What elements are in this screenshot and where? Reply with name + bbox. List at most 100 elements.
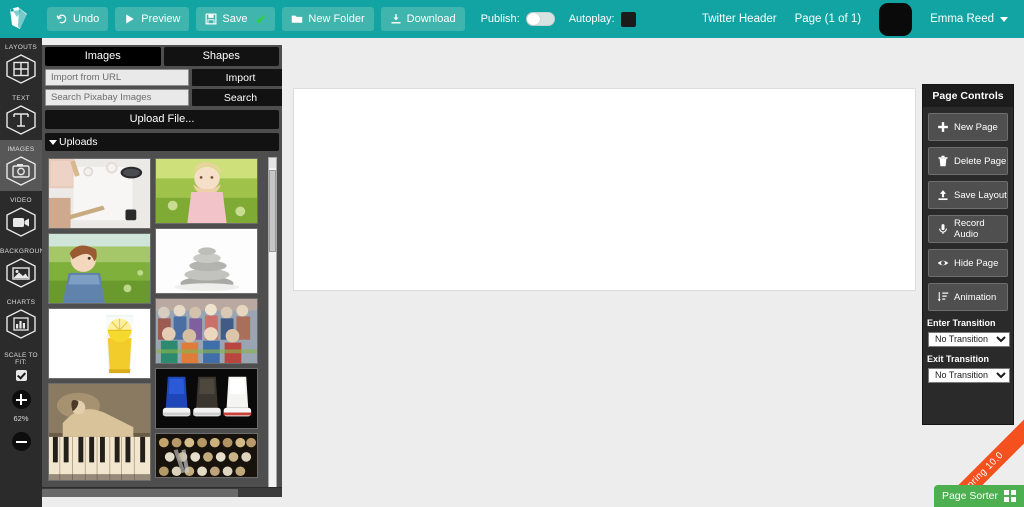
left-tool-rail: LAYOUTS TEXT IMAGES VIDEO BACKGROUND CHA… [0,38,49,507]
canvas-stage[interactable] [282,38,1024,507]
user-menu[interactable]: Emma Reed [930,13,1008,25]
sidebar-item-text[interactable]: TEXT [0,89,42,140]
new-folder-label: New Folder [308,13,365,25]
save-layout-label: Save Layout [954,189,1007,201]
list-item[interactable] [48,383,151,481]
search-button[interactable]: Search [192,89,289,106]
list-item[interactable] [48,158,151,229]
chevron-down-icon [1000,16,1008,22]
exit-transition-select[interactable]: No Transition [928,367,1010,383]
uploads-horizontal-scrollbar[interactable] [42,487,282,497]
plus-icon [937,121,949,133]
user-name: Emma Reed [930,13,994,25]
scrollbar-thumb[interactable] [42,489,238,497]
uploads-vertical-scrollbar[interactable] [268,157,277,488]
sidebar-item-charts[interactable]: CHARTS [0,293,42,344]
sidebar-item-background[interactable]: BACKGROUND [0,242,49,293]
scroll-up-arrow-icon[interactable] [269,158,276,168]
desk-flatlay-notebook-glasses-thumb [49,159,150,228]
enter-transition-label: Enter Transition [927,318,996,328]
canvas-page[interactable] [293,88,916,291]
import-url-input[interactable] [45,69,189,86]
import-button[interactable]: Import [192,69,289,86]
publish-toggle[interactable] [525,12,555,26]
sidebar-item-label: VIDEO [10,197,32,204]
preview-label: Preview [141,13,181,25]
uploads-thumbnail-area [45,155,279,490]
save-button[interactable]: Save ✔ [196,7,276,31]
search-pixabay-row: Search [42,86,289,106]
stacked-zen-stones-thumb [156,229,257,293]
zoom-level: 62% [13,414,29,423]
publish-toggle-knob [526,13,540,25]
animation-icon [937,291,949,303]
uploads-thumbnail-grid [45,155,269,490]
layouts-icon [6,54,36,84]
page-controls-panel: Page Controls New Page Delete Page Save … [922,84,1014,425]
page-controls-title: Page Controls [923,85,1013,107]
autoplay-checkbox[interactable] [620,11,636,27]
list-item[interactable] [48,308,151,379]
download-button[interactable]: Download [380,7,465,31]
animation-button[interactable]: Animation [928,283,1008,311]
exit-transition-label: Exit Transition [927,354,990,364]
sidebar-item-layouts[interactable]: LAYOUTS [0,38,42,89]
grid-icon [1004,490,1016,502]
upload-file-button[interactable]: Upload File... [45,110,279,129]
scrollbar-thumb[interactable] [269,170,276,252]
page-sorter-button[interactable]: Page Sorter [933,485,1024,507]
new-page-button[interactable]: New Page [928,113,1008,141]
new-folder-button[interactable]: New Folder [282,7,374,31]
hide-page-label: Hide Page [954,257,999,269]
delete-page-label: Delete Page [954,155,1007,167]
import-url-row: Import [42,66,289,86]
upload-icon [937,189,949,201]
list-item[interactable] [155,433,258,478]
trash-icon [937,155,949,167]
search-input[interactable] [45,89,189,106]
video-icon [6,207,36,237]
save-layout-button[interactable]: Save Layout [928,181,1008,209]
zoom-in-button[interactable] [11,390,31,409]
eye-icon [937,257,949,269]
three-high-top-sneakers-thumb [156,369,257,428]
tab-images[interactable]: Images [45,47,161,66]
text-icon [6,105,36,135]
list-item[interactable] [155,158,258,224]
page-sorter-label: Page Sorter [941,490,998,502]
list-item[interactable] [155,298,258,364]
list-item[interactable] [48,233,151,304]
crowd-of-market-vendors-thumb [156,299,257,363]
undo-button[interactable]: Undo [47,7,109,31]
topbar-right-group: Twitter Header Page (1 of 1) Emma Reed [702,2,1024,36]
record-audio-button[interactable]: Record Audio [928,215,1008,243]
delete-page-button[interactable]: Delete Page [928,147,1008,175]
preview-button[interactable]: Preview [115,7,190,31]
woman-on-piano-keys-art-thumb [49,384,150,480]
sidebar-item-video[interactable]: VIDEO [0,191,42,242]
uploads-section-header[interactable]: Uploads [45,133,279,151]
page-indicator[interactable]: Page (1 of 1) [795,13,861,25]
project-name[interactable]: Twitter Header [702,13,777,25]
scale-to-fit-checkbox[interactable] [15,370,27,381]
chevron-down-icon [49,140,57,145]
floppy-disk-icon [205,13,217,25]
publish-control: Publish: [481,12,555,26]
hide-page-button[interactable]: Hide Page [928,249,1008,277]
avatar[interactable] [879,2,913,36]
undo-icon [56,13,68,25]
sidebar-item-images[interactable]: IMAGES [0,140,42,191]
sidebar-item-label: TEXT [12,95,30,102]
app-root: Undo Preview Save ✔ New Folder Download … [0,0,1024,507]
enter-transition-select[interactable]: No Transition [928,331,1010,347]
lemon-drink-glass-thumb [49,309,150,378]
background-icon [6,258,36,288]
animation-label: Animation [954,291,997,303]
publish-label: Publish: [480,13,520,25]
list-item[interactable] [155,368,258,429]
app-logo[interactable] [0,0,40,38]
list-item[interactable] [155,228,258,294]
zoom-out-button[interactable] [11,432,31,451]
tab-shapes[interactable]: Shapes [163,47,279,66]
vintage-typewriter-keys-thumb [156,434,257,477]
